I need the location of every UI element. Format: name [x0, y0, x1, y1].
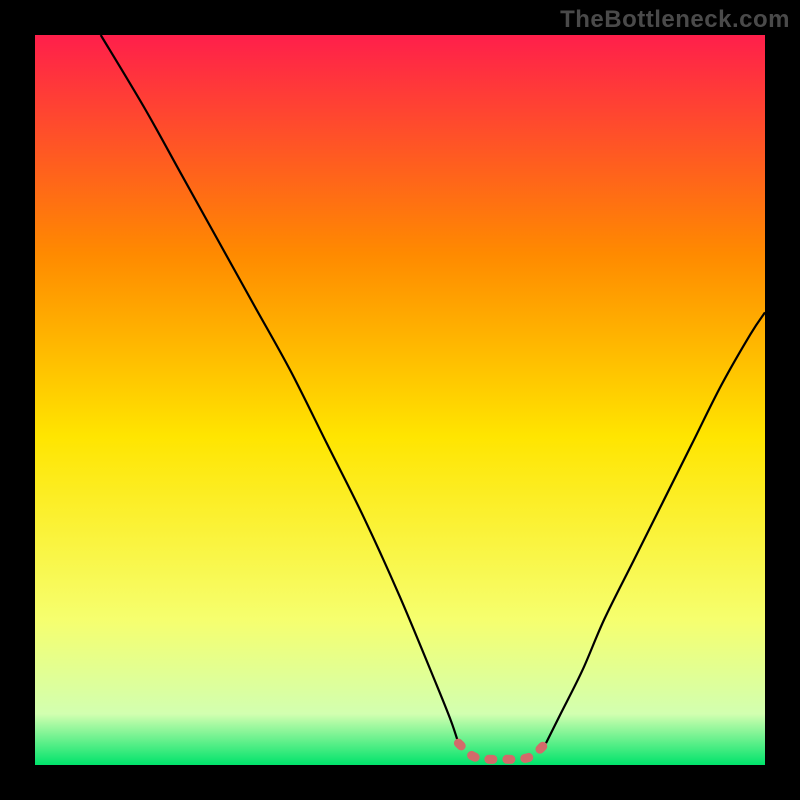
chart-stage: TheBottleneck.com	[0, 0, 800, 800]
bottleneck-chart	[0, 0, 800, 800]
plot-background	[35, 35, 765, 765]
watermark-text: TheBottleneck.com	[560, 6, 790, 34]
